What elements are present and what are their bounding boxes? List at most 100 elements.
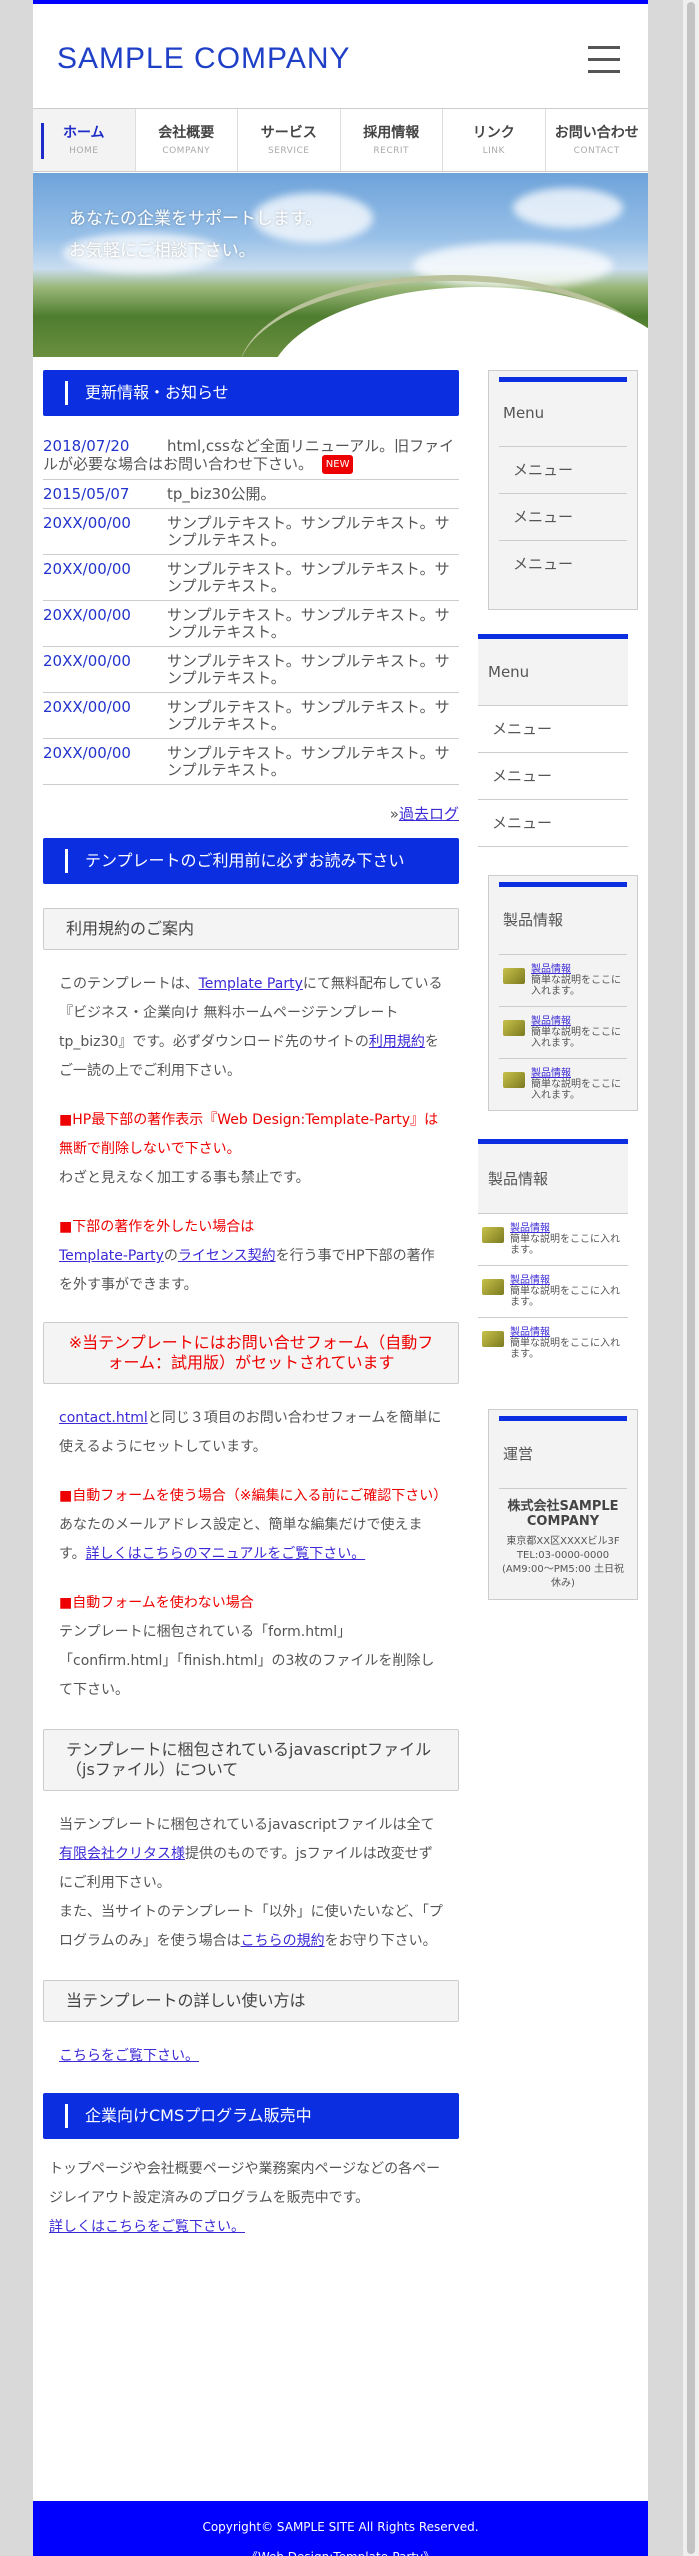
howto-paragraph: こちらをご覧下さい。 [43, 2042, 459, 2071]
contact-html-link[interactable]: contact.html [59, 1410, 148, 1426]
cryptus-link[interactable]: 有限会社クリタス様 [59, 1846, 185, 1862]
product-link[interactable]: 製品情報 [510, 1223, 624, 1234]
form-title: ※当テンプレートにはお問い合せフォーム（自動フォーム：試用版）がセットされていま… [43, 1322, 459, 1384]
site-header: SAMPLE COMPANY [33, 8, 648, 108]
hamburger-menu-icon[interactable] [588, 46, 620, 76]
product-link[interactable]: 製品情報 [531, 1068, 623, 1079]
hero-line-1: あなたの企業をサポートします。 [69, 209, 323, 229]
product-link[interactable]: 製品情報 [531, 964, 623, 975]
news-row: 2018/07/20 html,cssなど全面リニューアル。旧ファイルが必要な場… [43, 432, 459, 480]
news-row: 20XX/00/00 サンプルテキスト。サンプルテキスト。サンプルテキスト。 [43, 693, 459, 739]
news-row: 2015/05/07 tp_biz30公開。 [43, 480, 459, 509]
product-item[interactable]: 製品情報 簡単な説明をここに入れます。 [478, 1266, 628, 1318]
sidebar-menu-item[interactable]: メニュー [478, 800, 628, 847]
product-desc: 簡単な説明をここに入れます。 [510, 1234, 620, 1256]
nav-item-company[interactable]: 会社概要 COMPANY [136, 109, 238, 171]
product-item[interactable]: 製品情報 簡単な説明をここに入れます。 [499, 1007, 627, 1059]
news-row: 20XX/00/00 サンプルテキスト。サンプルテキスト。サンプルテキスト。 [43, 739, 459, 785]
nav-sublabel: LINK [482, 146, 505, 156]
form-warning-1: ■自動フォームを使う場合（※編集に入る前にご確認下さい） [59, 1488, 448, 1504]
form-warning-2: ■自動フォームを使わない場合 [59, 1595, 254, 1611]
hours-line: (AM9:00〜PM5:00 土日祝休み) [501, 1564, 625, 1589]
text-span: の [163, 1248, 178, 1264]
news-row: 20XX/00/00 サンプルテキスト。サンプルテキスト。サンプルテキスト。 [43, 647, 459, 693]
sidebar-company-title: 運営 [499, 1421, 627, 1489]
nav-item-service[interactable]: サービス SERVICE [238, 109, 341, 171]
site-logo[interactable]: SAMPLE COMPANY [57, 42, 351, 76]
js-title: テンプレートに梱包されているjavascriptファイル（jsファイル）について [43, 1729, 459, 1791]
product-desc: 簡単な説明をここに入れます。 [510, 1286, 620, 1308]
nav-item-link[interactable]: リンク LINK [443, 109, 546, 171]
product-desc: 簡単な説明をここに入れます。 [510, 1338, 620, 1360]
terms-paragraph-1: このテンプレートは、Template Partyにて無料配布している『ビジネス・… [43, 970, 459, 1086]
terms-title: 利用規約のご案内 [43, 908, 459, 950]
sidebar-menu-item[interactable]: メニュー [499, 494, 627, 541]
news-date: 20XX/00/00 [43, 652, 131, 670]
news-text: サンプルテキスト。サンプルテキスト。サンプルテキスト。 [167, 606, 450, 641]
news-date: 20XX/00/00 [43, 744, 131, 762]
product-link[interactable]: 製品情報 [510, 1275, 624, 1286]
product-item[interactable]: 製品情報 簡単な説明をここに入れます。 [499, 1059, 627, 1110]
howto-link[interactable]: こちらをご覧下さい。 [59, 2048, 199, 2064]
past-log-link[interactable]: 過去ログ [399, 805, 459, 823]
sidebar-products-2-title: 製品情報 [478, 1144, 628, 1214]
nav-item-contact[interactable]: お問い合わせ CONTACT [546, 109, 649, 171]
tel-line: TEL:03-0000-0000 [516, 1550, 610, 1561]
license-link[interactable]: ライセンス契約 [178, 1248, 276, 1264]
product-item[interactable]: 製品情報 簡単な説明をここに入れます。 [499, 955, 627, 1007]
product-link[interactable]: 製品情報 [510, 1327, 624, 1338]
product-item[interactable]: 製品情報 簡単な説明をここに入れます。 [478, 1214, 628, 1266]
terms-paragraph-2: わざと見えなく加工する事も禁止です。 [59, 1170, 310, 1186]
template-party-link[interactable]: Template Party [199, 976, 303, 992]
manual-link[interactable]: 詳しくはこちらのマニュアルをご覧下さい。 [86, 1546, 366, 1562]
product-link[interactable]: 製品情報 [531, 1016, 623, 1027]
product-thumbnail [482, 1227, 504, 1243]
news-row: 20XX/00/00 サンプルテキスト。サンプルテキスト。サンプルテキスト。 [43, 601, 459, 647]
news-list: 2018/07/20 html,cssなど全面リニューアル。旧ファイルが必要な場… [43, 432, 459, 785]
product-thumbnail [503, 1020, 525, 1036]
sidebar-company-box: 運営 株式会社SAMPLE COMPANY 東京都XX区XXXXビル3F TEL… [488, 1409, 638, 1600]
sidebar-menu-item[interactable]: メニュー [478, 753, 628, 800]
sidebar-products-box: 製品情報 製品情報 簡単な説明をここに入れます。 製品情報 簡単な説明をここに入れま… [488, 875, 638, 1111]
product-desc: 簡単な説明をここに入れます。 [531, 1079, 621, 1101]
form-paragraph-3: テンプレートに梱包されている「form.html」「confirm.html」「… [59, 1624, 435, 1698]
footer-credit[interactable]: 《Web Design:Template-Party》 [33, 2548, 648, 2556]
page: SAMPLE COMPANY ホーム HOME 会社概要 COMPANY サービス S… [33, 0, 648, 2556]
company-name: 株式会社SAMPLE COMPANY [507, 1499, 619, 1529]
sidebar-company-inner: 運営 株式会社SAMPLE COMPANY 東京都XX区XXXXビル3F TEL… [499, 1416, 627, 1599]
text-span: このテンプレートは、 [59, 976, 199, 992]
new-badge: NEW [321, 455, 354, 474]
product-desc: 簡単な説明をここに入れます。 [531, 975, 621, 997]
product-thumbnail [503, 968, 525, 984]
news-text: サンプルテキスト。サンプルテキスト。サンプルテキスト。 [167, 744, 450, 779]
news-heading: 更新情報・お知らせ [43, 370, 459, 416]
cms-paragraph: トップページや会社概要ページや業務案内ページなどの各ページレイアウト設定済みのプ… [43, 2155, 459, 2242]
sidebar-menu-2: Menu メニュー メニュー メニュー [478, 634, 628, 847]
product-item[interactable]: 製品情報 簡単な説明をここに入れます。 [478, 1318, 628, 1369]
nav-label: 会社概要 [158, 125, 215, 141]
main-nav: ホーム HOME 会社概要 COMPANY サービス SERVICE 採用情報 RECR… [33, 108, 648, 172]
news-text: サンプルテキスト。サンプルテキスト。サンプルテキスト。 [167, 560, 450, 595]
nav-sublabel: SERVICE [268, 146, 310, 156]
cms-link[interactable]: 詳しくはこちらをご覧下さい。 [49, 2219, 245, 2235]
nav-item-home[interactable]: ホーム HOME [33, 109, 136, 171]
sidebar-menu-box: Menu メニュー メニュー メニュー [488, 370, 638, 610]
news-date: 2015/05/07 [43, 485, 130, 503]
sidebar-menu-item[interactable]: メニュー [499, 447, 627, 494]
nav-label: リンク [472, 125, 515, 141]
template-party-link[interactable]: Template-Party [59, 1248, 164, 1264]
scrollbar-thumb[interactable] [687, 2, 695, 2554]
terms-link[interactable]: 利用規約 [369, 1034, 425, 1050]
nav-item-recruit[interactable]: 採用情報 RECRIT [341, 109, 443, 171]
terms-warning-2: ■下部の著作を外したい場合は [59, 1219, 255, 1235]
js-terms-link[interactable]: こちらの規約 [241, 1933, 325, 1949]
news-date: 20XX/00/00 [43, 514, 131, 532]
news-text: サンプルテキスト。サンプルテキスト。サンプルテキスト。 [167, 698, 450, 733]
product-thumbnail [482, 1279, 504, 1295]
terms-paragraph-3: Template-Partyのライセンス契約を行う事でHP下部の著作を外す事がで… [43, 1242, 459, 1300]
sidebar-menu-item[interactable]: メニュー [478, 706, 628, 753]
sidebar-menu-item[interactable]: メニュー [499, 541, 627, 588]
form-paragraph-2: あなたのメールアドレス設定と、簡単な編集だけで使えます。詳しくはこちらのマニュア… [43, 1511, 459, 1569]
site-footer: Copyright© SAMPLE SITE All Rights Reserv… [33, 2501, 648, 2556]
address-line: 東京都XX区XXXXビル3F [506, 1536, 620, 1547]
